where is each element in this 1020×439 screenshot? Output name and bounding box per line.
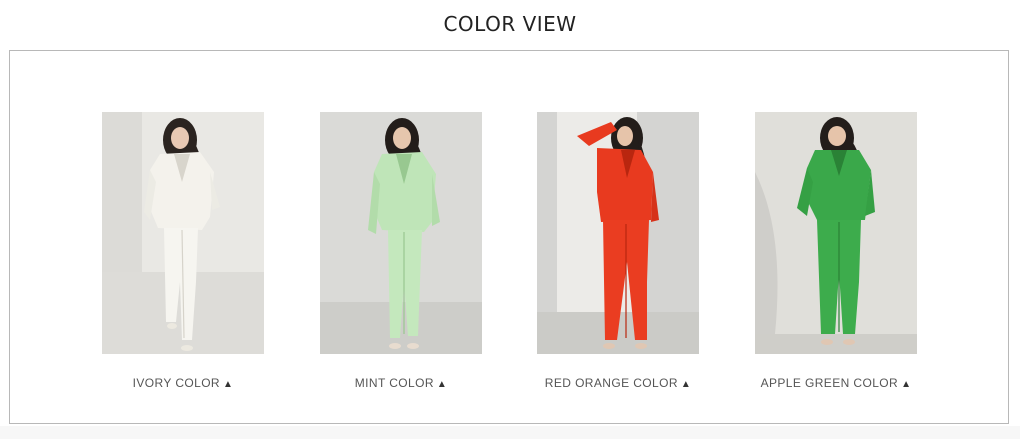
color-caption-ivory[interactable]: IVORY COLOR ▲: [102, 376, 264, 392]
product-photo-mint[interactable]: [320, 112, 482, 354]
product-photo-red-orange[interactable]: [537, 112, 699, 354]
color-caption-apple-green[interactable]: APPLE GREEN COLOR ▲: [755, 376, 917, 392]
product-photo-ivory[interactable]: [102, 112, 264, 354]
triangle-up-icon: ▲: [436, 379, 448, 390]
page-footer-band: [0, 426, 1020, 439]
color-option-red-orange[interactable]: RED ORANGE COLOR ▲: [537, 112, 699, 392]
color-caption-mint[interactable]: MINT COLOR ▲: [320, 376, 482, 392]
color-option-ivory[interactable]: IVORY COLOR ▲: [102, 112, 264, 392]
color-caption-red-orange[interactable]: RED ORANGE COLOR ▲: [537, 376, 699, 392]
triangle-up-icon: ▲: [680, 379, 692, 390]
color-label: MINT COLOR: [354, 376, 434, 390]
color-option-mint[interactable]: MINT COLOR ▲: [320, 112, 482, 392]
color-view-panel: IVORY COLOR ▲ MINT COLOR ▲ RED ORANGE CO…: [9, 50, 1009, 424]
color-label: IVORY COLOR: [132, 376, 220, 390]
page-title: COLOR VIEW: [443, 12, 577, 36]
color-option-apple-green[interactable]: APPLE GREEN COLOR ▲: [755, 112, 917, 392]
product-photo-apple-green[interactable]: [755, 112, 917, 354]
color-label: RED ORANGE COLOR: [544, 376, 678, 390]
color-label: APPLE GREEN COLOR: [760, 376, 899, 390]
triangle-up-icon: ▲: [223, 379, 234, 390]
triangle-up-icon: ▲: [901, 379, 912, 390]
